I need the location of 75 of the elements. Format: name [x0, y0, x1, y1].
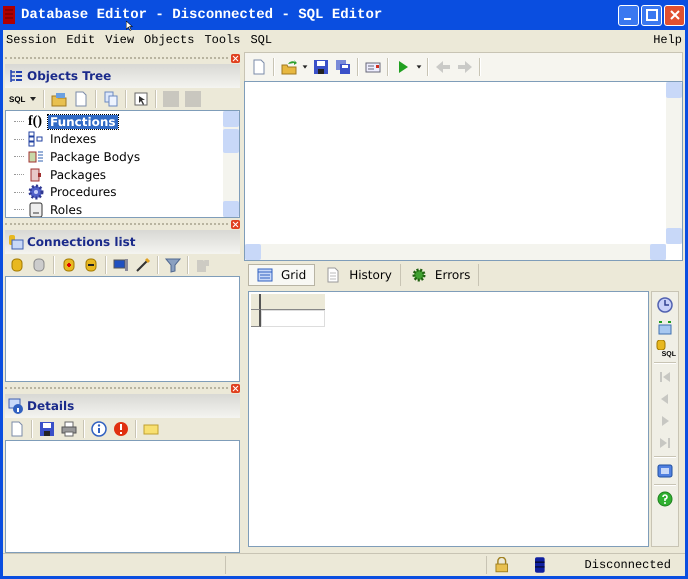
connections-icon [8, 234, 24, 250]
menu-item[interactable]: Objects [144, 33, 194, 47]
menu-item[interactable]: View [105, 33, 134, 47]
window-icon[interactable] [657, 463, 673, 479]
close-icon[interactable] [231, 220, 240, 228]
database-remove-icon[interactable] [83, 257, 99, 273]
tree-item[interactable]: Packages [48, 168, 108, 182]
document-icon[interactable] [9, 421, 25, 437]
close-icon[interactable] [231, 54, 240, 62]
save-icon[interactable] [39, 421, 55, 437]
database-icon[interactable] [9, 257, 25, 273]
mouse-cursor-icon [126, 21, 133, 31]
tree-item[interactable]: Package Bodys [48, 150, 142, 164]
window-title: Database Editor - Disconnected - SQL Editor [21, 7, 382, 23]
save-all-icon[interactable] [335, 59, 351, 75]
details-icon [8, 398, 24, 414]
close-icon[interactable] [231, 384, 240, 392]
package-body-icon [28, 148, 44, 165]
lock-icon [495, 557, 509, 573]
gear-icon [28, 184, 44, 200]
database-icon [534, 557, 545, 573]
scrollbar[interactable] [666, 82, 682, 244]
menu-item[interactable]: Session [6, 33, 56, 47]
panel-title: Details [27, 399, 74, 413]
help-icon[interactable] [657, 491, 673, 507]
folder-icon[interactable] [51, 91, 68, 107]
copy-icon[interactable] [103, 91, 120, 107]
minimize-icon [624, 18, 630, 20]
sql-dropdown[interactable]: SQL [7, 89, 40, 109]
columns-icon[interactable] [657, 319, 673, 335]
result-tab[interactable]: Grid [248, 264, 316, 286]
database-add-icon[interactable] [61, 257, 77, 273]
tree-item[interactable]: Indexes [48, 132, 98, 146]
table-icon [257, 267, 273, 283]
hierarchy-icon [28, 131, 44, 148]
info-icon[interactable] [91, 421, 107, 437]
cursor-list-icon[interactable] [133, 91, 150, 107]
package-icon [28, 166, 44, 183]
printer-icon[interactable] [61, 421, 77, 437]
result-tab[interactable]: Errors [402, 264, 480, 286]
monitor-icon[interactable] [113, 257, 129, 273]
result-tab[interactable]: History [317, 264, 401, 286]
filter-icon[interactable] [165, 257, 181, 273]
database-icon[interactable] [31, 257, 47, 273]
open-folder-icon[interactable] [281, 59, 297, 75]
document-icon[interactable] [73, 91, 90, 107]
maximize-button[interactable] [641, 4, 662, 26]
app-icon [3, 6, 15, 24]
document-icon[interactable] [251, 59, 267, 75]
close-icon [670, 10, 680, 20]
connection-status: Disconnected [584, 558, 672, 572]
menu-item[interactable]: Edit [66, 33, 96, 47]
scrollbar[interactable] [245, 244, 666, 260]
database-icon [656, 340, 666, 350]
close-button[interactable] [664, 4, 685, 26]
bug-icon [410, 267, 427, 283]
panel-title: Connections list [27, 235, 136, 249]
tree-item[interactable]: Functions [48, 114, 118, 129]
function-glyph: f() [28, 114, 43, 130]
maximize-icon [646, 9, 658, 21]
scrollbar[interactable] [223, 111, 239, 217]
error-icon[interactable] [113, 421, 129, 437]
tree-item[interactable]: Roles [48, 202, 84, 217]
save-icon[interactable] [313, 59, 329, 75]
wand-icon[interactable] [135, 257, 151, 273]
caret-icon [29, 95, 38, 103]
panel-title: Objects Tree [27, 69, 112, 83]
minimize-button[interactable] [618, 4, 639, 26]
menu-item[interactable]: Tools [204, 33, 240, 47]
menu-item[interactable]: Help [653, 33, 682, 47]
document-icon [325, 267, 342, 283]
menu-item[interactable]: SQL [250, 33, 272, 47]
clock-icon[interactable] [657, 297, 673, 313]
tree-item[interactable]: Procedures [48, 185, 119, 200]
tree-icon [8, 68, 24, 84]
